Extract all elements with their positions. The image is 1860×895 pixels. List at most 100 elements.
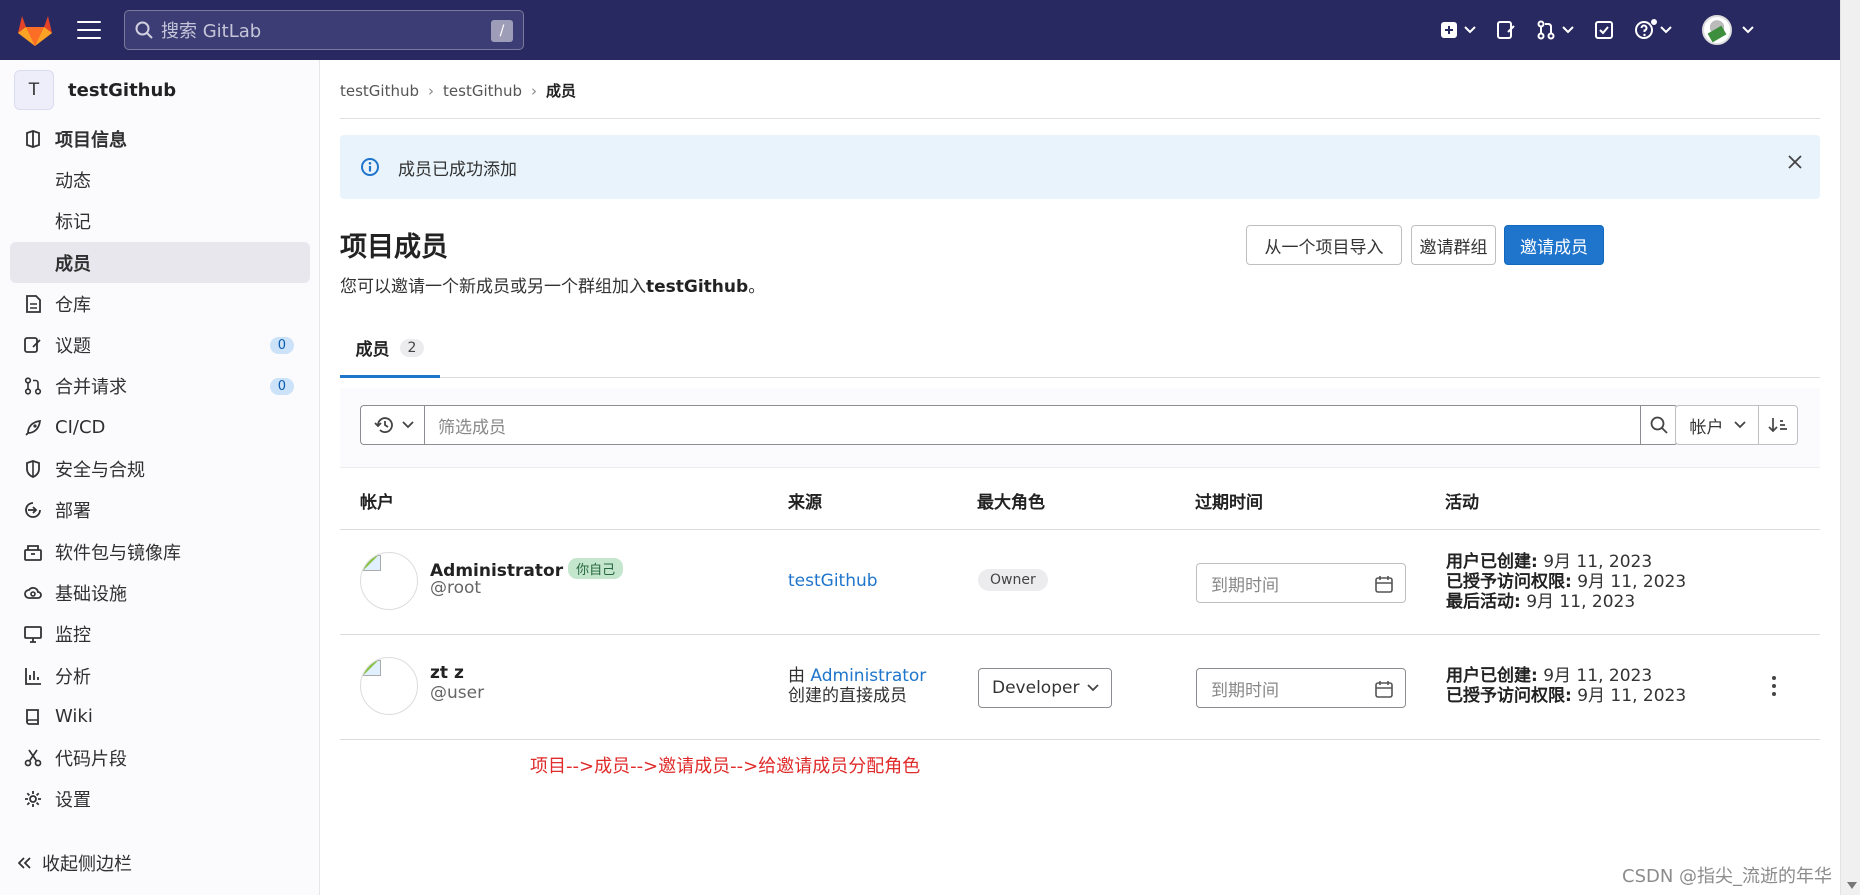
sidebar-item-merge-requests[interactable]: 合并请求 0 bbox=[10, 366, 310, 407]
import-from-project-button[interactable]: 从一个项目导入 bbox=[1246, 225, 1402, 265]
sidebar-item-issues[interactable]: 议题 0 bbox=[10, 324, 310, 365]
breadcrumb-item[interactable]: testGithub bbox=[340, 82, 419, 100]
sidebar-item-packages[interactable]: 软件包与镜像库 bbox=[10, 531, 310, 572]
sidebar-item-cicd[interactable]: CI/CD bbox=[10, 407, 310, 448]
sidebar-item-project-info[interactable]: 项目信息 bbox=[10, 118, 310, 159]
project-avatar: T bbox=[14, 70, 54, 110]
column-header-max-role[interactable]: 最大角色 bbox=[977, 488, 1045, 513]
gitlab-logo-icon[interactable] bbox=[16, 12, 54, 48]
table-row: Administrator 你自己 @root testGithub Owner … bbox=[340, 530, 1820, 635]
sidebar-nav: 项目信息 动态 标记 成员 仓库 议题 0 合并请求 0 CI/CD 安全与合规… bbox=[10, 118, 310, 820]
invite-group-button[interactable]: 邀请群组 bbox=[1411, 225, 1496, 265]
sidebar-item-snippets[interactable]: 代码片段 bbox=[10, 737, 310, 778]
more-actions-kebab-icon[interactable] bbox=[1770, 676, 1778, 698]
sidebar-item-label: Wiki bbox=[55, 706, 93, 728]
invite-member-button[interactable]: 邀请成员 bbox=[1504, 225, 1604, 265]
chevron-down-icon bbox=[1562, 26, 1574, 34]
sidebar-item-labels[interactable]: 标记 bbox=[10, 201, 310, 242]
column-header-account[interactable]: 帐户 bbox=[360, 488, 394, 513]
issues-nav-button[interactable] bbox=[1496, 20, 1516, 40]
breadcrumb-current[interactable]: 成员 bbox=[546, 80, 576, 101]
expiration-date-input[interactable]: 到期时间 bbox=[1196, 563, 1406, 603]
sidebar-item-label: 设置 bbox=[55, 790, 91, 812]
sort-label: 帐户 bbox=[1689, 417, 1724, 438]
project-name: testGithub bbox=[68, 79, 177, 101]
sidebar-item-label: 部署 bbox=[55, 501, 91, 523]
collapse-sidebar-button[interactable]: 收起侧边栏 bbox=[18, 850, 132, 876]
sidebar-item-deployments[interactable]: 部署 bbox=[10, 490, 310, 531]
sidebar-item-label: 代码片段 bbox=[55, 749, 127, 771]
page-title: 项目成员 bbox=[340, 232, 448, 263]
plus-square-icon bbox=[1441, 22, 1457, 38]
description-text: 您可以邀请一个新成员或另一个群组加入 bbox=[340, 277, 646, 297]
sidebar-item-activity[interactable]: 动态 bbox=[10, 159, 310, 200]
sidebar-item-label: 项目信息 bbox=[55, 129, 127, 151]
sidebar-item-analytics[interactable]: 分析 bbox=[10, 655, 310, 696]
global-search-input[interactable]: 搜索 GitLab / bbox=[124, 10, 524, 50]
filter-placeholder: 筛选成员 bbox=[438, 417, 506, 438]
merge-requests-nav-button[interactable] bbox=[1536, 20, 1574, 40]
hamburger-menu-icon[interactable] bbox=[76, 18, 102, 42]
sidebar-item-label: 成员 bbox=[55, 253, 91, 275]
page-scrollbar[interactable] bbox=[1840, 0, 1860, 895]
activity-value: 9月 11, 2023 bbox=[1537, 666, 1653, 686]
sort-by-dropdown[interactable]: 帐户 bbox=[1675, 405, 1760, 445]
double-chevron-left-icon bbox=[18, 857, 32, 869]
chevron-down-icon bbox=[1087, 684, 1099, 692]
sidebar-item-infrastructure[interactable]: 基础设施 bbox=[10, 572, 310, 613]
gear-icon bbox=[24, 790, 42, 808]
tab-members[interactable]: 成员 2 bbox=[340, 320, 440, 378]
project-header[interactable]: T testGithub bbox=[14, 70, 176, 110]
column-header-source: 来源 bbox=[788, 493, 822, 513]
activity-info: 用户已创建: 9月 11, 2023 已授予访问权限: 9月 11, 2023 … bbox=[1446, 552, 1686, 612]
activity-info: 用户已创建: 9月 11, 2023 已授予访问权限: 9月 11, 2023 bbox=[1446, 666, 1686, 706]
filter-members-input[interactable]: 筛选成员 bbox=[424, 405, 1642, 445]
breadcrumb-item[interactable]: testGithub bbox=[443, 82, 522, 100]
todo-checkbox-icon bbox=[1595, 21, 1613, 39]
info-circle-icon bbox=[360, 157, 380, 177]
source-creator-link[interactable]: Administrator bbox=[810, 666, 926, 686]
todos-nav-button[interactable] bbox=[1594, 20, 1614, 40]
top-navbar: 搜索 GitLab / bbox=[0, 0, 1840, 60]
calendar-icon bbox=[1375, 576, 1393, 593]
annotation-text: 项目-->成员-->邀请成员-->给邀请成员分配角色 bbox=[530, 756, 921, 777]
sidebar-item-repository[interactable]: 仓库 bbox=[10, 283, 310, 324]
shield-icon bbox=[24, 460, 42, 478]
activity-label: 用户已创建: bbox=[1446, 552, 1538, 572]
expiration-date-input[interactable]: 到期时间 bbox=[1196, 668, 1406, 708]
sidebar-item-label: 合并请求 bbox=[55, 377, 127, 399]
recent-searches-button[interactable] bbox=[360, 405, 426, 445]
user-menu-button[interactable] bbox=[1702, 15, 1754, 45]
deploy-icon bbox=[24, 501, 42, 519]
member-name[interactable]: zt z bbox=[430, 663, 464, 683]
rocket-icon bbox=[24, 419, 42, 437]
sidebar-item-settings[interactable]: 设置 bbox=[10, 779, 310, 820]
activity-label: 已授予访问权限: bbox=[1446, 686, 1572, 706]
search-placeholder: 搜索 GitLab bbox=[161, 21, 262, 42]
notification-dot bbox=[1650, 18, 1658, 26]
help-nav-button[interactable] bbox=[1634, 18, 1672, 40]
sidebar-item-wiki[interactable]: Wiki bbox=[10, 696, 310, 737]
member-avatar[interactable] bbox=[360, 552, 418, 610]
search-icon bbox=[135, 21, 153, 39]
create-new-button[interactable] bbox=[1440, 21, 1476, 39]
source-link[interactable]: testGithub bbox=[788, 571, 878, 591]
member-avatar[interactable] bbox=[360, 657, 418, 715]
scissors-icon bbox=[24, 749, 42, 767]
activity-label: 最后活动: bbox=[1446, 592, 1521, 612]
page-description: 您可以邀请一个新成员或另一个群组加入testGithub。 bbox=[340, 272, 765, 297]
activity-value: 9月 11, 2023 bbox=[1520, 592, 1636, 612]
sidebar-item-monitor[interactable]: 监控 bbox=[10, 614, 310, 655]
merge-request-icon bbox=[1537, 20, 1555, 40]
breadcrumb-separator-icon: › bbox=[531, 81, 538, 100]
chevron-down-icon bbox=[1733, 421, 1746, 429]
role-dropdown[interactable]: Developer bbox=[978, 668, 1112, 708]
self-badge: 你自己 bbox=[568, 558, 624, 579]
activity-value: 9月 11, 2023 bbox=[1571, 686, 1687, 706]
close-icon[interactable] bbox=[1788, 155, 1802, 169]
sort-direction-button[interactable] bbox=[1758, 405, 1798, 445]
filter-search-button[interactable] bbox=[1640, 405, 1678, 445]
sidebar-item-security[interactable]: 安全与合规 bbox=[10, 448, 310, 489]
merge-requests-count-badge: 0 bbox=[269, 377, 294, 395]
sidebar-item-members[interactable]: 成员 bbox=[10, 241, 310, 284]
